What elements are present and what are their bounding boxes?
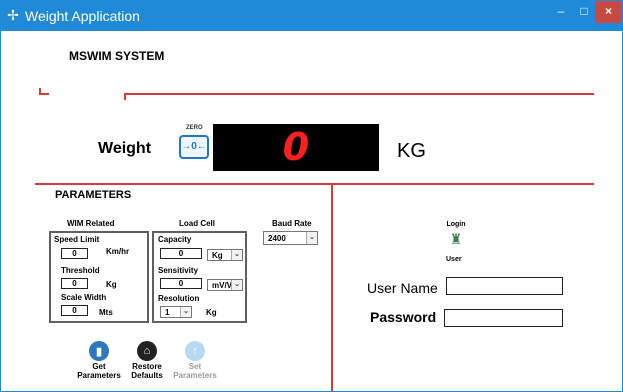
threshold-unit: Kg xyxy=(106,280,117,289)
maximize-button[interactable]: □ xyxy=(573,1,595,23)
top-divider-vertical xyxy=(124,93,126,100)
resolution-value: 1 xyxy=(165,308,170,317)
capacity-label: Capacity xyxy=(158,235,192,244)
resolution-select[interactable]: 1 ⌄ xyxy=(160,306,192,318)
chevron-down-icon[interactable]: ⌄ xyxy=(306,232,317,244)
baud-rate-select[interactable]: 2400 ⌄ xyxy=(263,231,318,245)
weight-display-value: 0 xyxy=(282,125,310,169)
sensitivity-unit-select[interactable]: mV/V ⌄ xyxy=(207,279,243,291)
weight-unit: KG xyxy=(397,140,426,162)
title-bar: ✢ Weight Application – □ × xyxy=(1,1,622,31)
password-label: Password xyxy=(370,309,437,325)
application-window: ✢ Weight Application – □ × MSWIM SYSTEM … xyxy=(0,0,623,392)
capacity-input[interactable]: 0 xyxy=(160,248,202,259)
restore-defaults-label-line2: Defaults xyxy=(131,371,163,380)
vertical-divider xyxy=(331,184,333,391)
load-cell-title: Load Cell xyxy=(179,219,216,228)
minimize-button[interactable]: – xyxy=(549,1,573,23)
sensitivity-label: Sensitivity xyxy=(158,266,199,275)
speed-limit-unit: Km/hr xyxy=(106,247,130,256)
get-parameters-label-line1: Get xyxy=(92,362,106,371)
password-input[interactable] xyxy=(444,309,563,327)
login-title: Login xyxy=(446,221,466,228)
resolution-unit: Kg xyxy=(206,308,217,317)
zero-button-wrapper[interactable]: ZERO →0← xyxy=(179,125,211,161)
zero-label: ZERO xyxy=(186,125,203,131)
threshold-label: Threshold xyxy=(61,266,100,275)
window-title: Weight Application xyxy=(25,8,140,24)
threshold-input[interactable]: 0 xyxy=(61,278,88,289)
user-icon[interactable]: ♜ xyxy=(448,231,464,247)
chevron-down-icon[interactable]: ⌄ xyxy=(180,307,191,317)
sensitivity-input[interactable]: 0 xyxy=(160,278,202,289)
wim-related-title: WIM Related xyxy=(67,219,115,228)
client-area: MSWIM SYSTEM Weight ZERO →0← 0 KG PARAME… xyxy=(1,31,622,391)
baud-rate-title: Baud Rate xyxy=(272,219,312,228)
restore-defaults-label-line1: Restore xyxy=(132,362,162,371)
middle-divider xyxy=(35,183,594,185)
restore-defaults-icon: ⌂ xyxy=(137,341,157,361)
parameters-title: PARAMETERS xyxy=(55,189,132,201)
capacity-unit-value: Kg xyxy=(212,251,223,260)
speed-limit-label: Speed Limit xyxy=(54,235,100,244)
username-label: User Name xyxy=(367,280,438,296)
restore-defaults-button[interactable]: ⌂ Restore Defaults xyxy=(127,341,167,380)
get-parameters-label-line2: Parameters xyxy=(77,371,121,380)
sensitivity-unit-value: mV/V xyxy=(212,281,233,290)
get-parameters-button[interactable]: ▮ Get Parameters xyxy=(75,341,123,380)
username-input[interactable] xyxy=(446,277,563,295)
user-icon-label: User xyxy=(446,256,462,263)
top-left-marker-vertical xyxy=(39,88,41,95)
close-button[interactable]: × xyxy=(595,1,622,23)
system-title: MSWIM SYSTEM xyxy=(69,49,165,63)
capacity-unit-select[interactable]: Kg ⌄ xyxy=(207,249,243,261)
load-cell-group: Capacity 0 Kg ⌄ Sensitivity 0 mV/V ⌄ Res… xyxy=(152,231,247,323)
speed-limit-input[interactable]: 0 xyxy=(61,248,88,259)
set-parameters-label-line2: Parameters xyxy=(173,371,217,380)
wim-related-group: Speed Limit 0 Km/hr Threshold 0 Kg Scale… xyxy=(49,231,149,323)
set-parameters-icon: ↑ xyxy=(185,341,205,361)
resolution-label: Resolution xyxy=(158,294,200,303)
scale-width-input[interactable]: 0 xyxy=(61,305,88,316)
chevron-down-icon[interactable]: ⌄ xyxy=(231,280,242,290)
zero-icon[interactable]: →0← xyxy=(179,135,209,159)
set-parameters-button[interactable]: ↑ Set Parameters xyxy=(171,341,219,380)
weight-label: Weight xyxy=(98,140,152,157)
set-parameters-label-line1: Set xyxy=(188,362,202,371)
top-divider xyxy=(124,93,594,95)
chevron-down-icon[interactable]: ⌄ xyxy=(231,250,242,260)
app-icon: ✢ xyxy=(7,7,19,23)
get-parameters-icon: ▮ xyxy=(89,341,109,361)
scale-width-label: Scale Width xyxy=(61,293,107,302)
weight-display: 0 xyxy=(213,124,379,171)
baud-rate-value: 2400 xyxy=(268,234,286,243)
scale-width-unit: Mts xyxy=(99,308,113,317)
